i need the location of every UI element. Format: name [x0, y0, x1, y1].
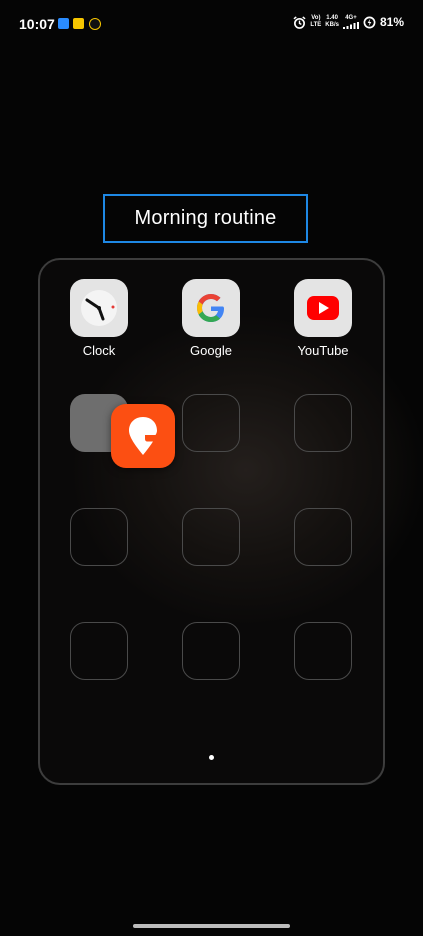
empty-slot[interactable] — [70, 622, 128, 680]
app-label-clock: Clock — [82, 343, 116, 358]
page-indicator-dot — [209, 755, 214, 760]
gesture-nav-handle[interactable] — [133, 924, 290, 928]
youtube-icon — [294, 279, 352, 337]
app-youtube[interactable]: YouTube — [283, 279, 363, 358]
notification-app-icon-dark — [89, 18, 101, 30]
swiggy-icon — [129, 417, 157, 455]
google-icon — [182, 279, 240, 337]
app-label-youtube: YouTube — [297, 343, 349, 358]
notification-app-icon-blue — [58, 18, 69, 29]
app-google[interactable]: Google — [171, 279, 251, 358]
status-time: 10:07 — [19, 16, 55, 32]
volte-indicator: Vo) LTE — [310, 15, 322, 28]
alarm-icon — [293, 15, 306, 29]
empty-slot[interactable] — [182, 622, 240, 680]
signal-indicator: 4G+ — [342, 15, 359, 29]
clock-icon — [70, 279, 128, 337]
app-clock[interactable]: Clock — [59, 279, 139, 358]
app-label-google: Google — [190, 343, 232, 358]
signal-bars-icon — [342, 22, 359, 29]
folder-title-field[interactable]: Morning routine — [103, 194, 308, 243]
dragging-app-swiggy[interactable] — [111, 404, 175, 468]
empty-slot[interactable] — [182, 508, 240, 566]
empty-slot[interactable] — [294, 394, 352, 452]
empty-slot[interactable] — [182, 394, 240, 452]
home-screen: 10:07 Vo) LTE 1.40 KB/s 4G+ 81% Morning … — [0, 0, 423, 936]
empty-slot[interactable] — [294, 508, 352, 566]
status-bar: 10:07 Vo) LTE 1.40 KB/s 4G+ 81% — [0, 0, 423, 50]
battery-saver-icon — [363, 16, 376, 28]
status-icons: Vo) LTE 1.40 KB/s 4G+ 81% — [293, 15, 404, 29]
empty-slot[interactable] — [70, 508, 128, 566]
battery-percent: 81% — [379, 15, 404, 29]
notification-app-icon-yellow — [73, 18, 84, 29]
network-speed: 1.40 KB/s — [325, 15, 339, 28]
empty-slot[interactable] — [294, 622, 352, 680]
